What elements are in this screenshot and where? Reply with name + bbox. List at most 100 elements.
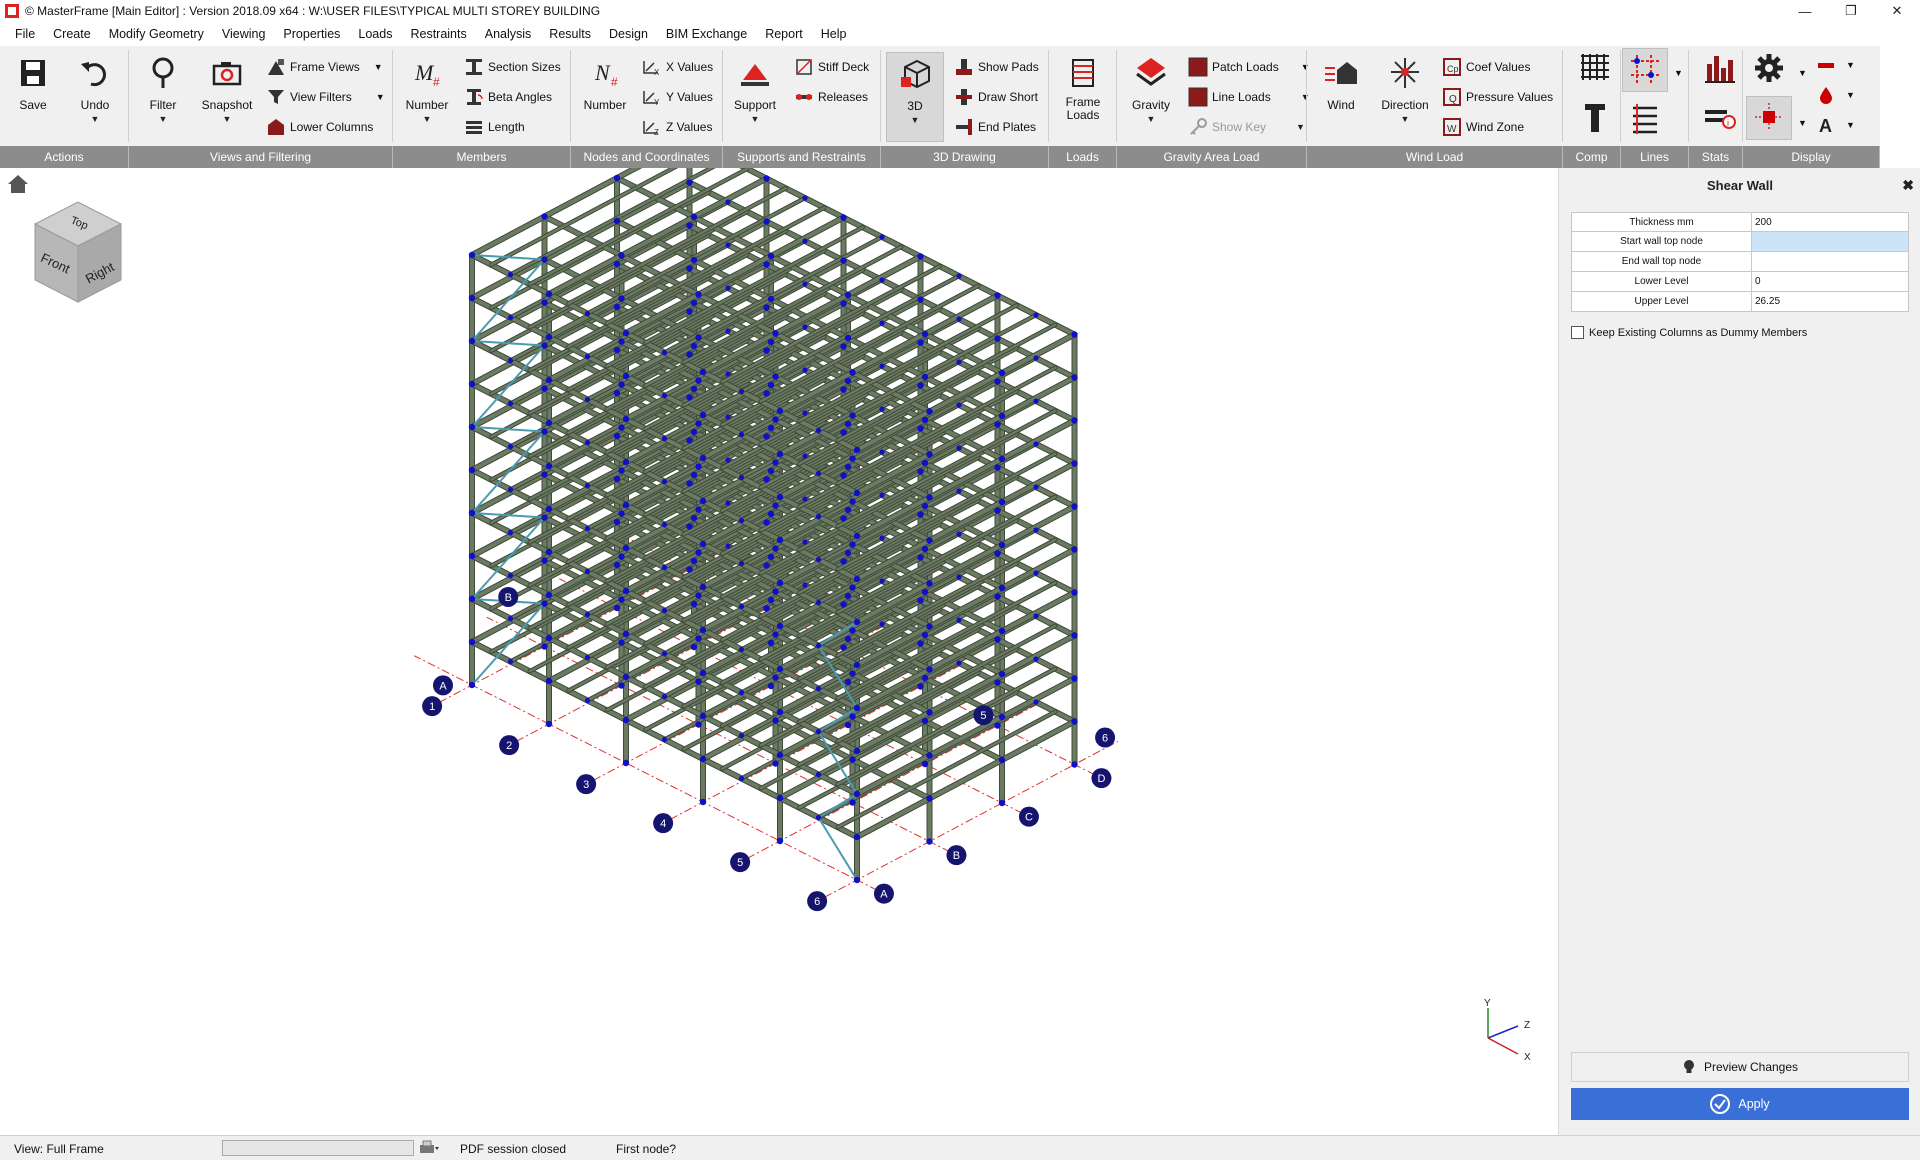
end-plates-button[interactable]: End Plates xyxy=(954,114,1036,140)
frame-node[interactable] xyxy=(661,435,668,442)
frame-node[interactable] xyxy=(541,514,548,521)
frame-node[interactable] xyxy=(998,713,1006,721)
gravity-button[interactable]: Gravity ▼ xyxy=(1122,52,1180,142)
chevron-down-icon[interactable]: ▼ xyxy=(66,114,124,124)
frame-node[interactable] xyxy=(686,265,693,272)
menu-modify-geometry[interactable]: Modify Geometry xyxy=(100,27,213,41)
frame-node[interactable] xyxy=(661,736,668,743)
stiff-deck-button[interactable]: Stiff Deck xyxy=(794,54,869,80)
frame-node[interactable] xyxy=(738,431,745,438)
frame-node[interactable] xyxy=(917,683,924,690)
frame-node[interactable] xyxy=(695,506,702,513)
frame-node[interactable] xyxy=(1071,417,1078,424)
frame-node[interactable] xyxy=(763,175,770,182)
frame-node[interactable] xyxy=(926,666,933,673)
frame-node[interactable] xyxy=(815,599,822,606)
frame-node[interactable] xyxy=(584,439,591,446)
frame-node[interactable] xyxy=(767,295,775,303)
frame-node[interactable] xyxy=(1071,718,1078,725)
menu-file[interactable]: File xyxy=(6,27,44,41)
frame-node[interactable] xyxy=(840,644,847,651)
frame-node[interactable] xyxy=(690,600,698,608)
frame-node[interactable] xyxy=(541,471,548,478)
frame-node[interactable] xyxy=(699,626,707,634)
frame-node[interactable] xyxy=(613,346,621,354)
frame-node[interactable] xyxy=(849,670,856,677)
frame-node[interactable] xyxy=(853,747,861,755)
frame-node[interactable] xyxy=(767,467,775,475)
frame-node[interactable] xyxy=(853,661,861,669)
frame-node[interactable] xyxy=(844,678,852,686)
frame-node[interactable] xyxy=(998,498,1006,506)
chevron-down-icon[interactable]: ▼ xyxy=(398,114,456,124)
frame-node[interactable] xyxy=(849,584,856,591)
frame-node[interactable] xyxy=(956,531,962,537)
frame-node[interactable] xyxy=(998,455,1006,463)
show-pads-button[interactable]: Show Pads xyxy=(954,54,1039,80)
chevron-down-icon[interactable]: ▼ xyxy=(1798,118,1807,128)
frame-node[interactable] xyxy=(879,363,885,369)
frame-node[interactable] xyxy=(686,308,693,315)
frame-node[interactable] xyxy=(767,639,775,647)
frame-node[interactable] xyxy=(767,553,775,561)
end-wall-top-node-field[interactable] xyxy=(1752,252,1908,271)
frame-node[interactable] xyxy=(772,717,779,724)
frame-node[interactable] xyxy=(879,277,885,283)
frame-node[interactable] xyxy=(956,488,962,494)
chevron-down-icon[interactable]: ▼ xyxy=(1846,60,1855,70)
frame-node[interactable] xyxy=(998,756,1006,764)
frame-node[interactable] xyxy=(998,369,1006,377)
frame-node[interactable] xyxy=(613,217,621,225)
frame-node[interactable] xyxy=(802,539,808,545)
frame-node[interactable] xyxy=(622,759,630,767)
menu-bim-exchange[interactable]: BIM Exchange xyxy=(657,27,756,41)
frame-node[interactable] xyxy=(772,502,779,509)
frame-node[interactable] xyxy=(815,814,822,821)
frame-node[interactable] xyxy=(926,709,933,716)
frame-node[interactable] xyxy=(541,557,548,564)
frame-node[interactable] xyxy=(699,497,707,505)
frame-node[interactable] xyxy=(767,424,775,432)
frame-node[interactable] xyxy=(849,455,856,462)
show-key-button[interactable]: Show Key ▼ xyxy=(1188,114,1305,140)
frame-node[interactable] xyxy=(1071,503,1078,510)
frame-node[interactable] xyxy=(802,281,808,287)
frame-node[interactable] xyxy=(738,560,745,567)
frame-node[interactable] xyxy=(686,351,693,358)
frame-node[interactable] xyxy=(815,728,822,735)
frame-node[interactable] xyxy=(584,482,591,489)
frame-node[interactable] xyxy=(661,564,668,571)
frame-node[interactable] xyxy=(998,670,1006,678)
keep-columns-checkbox[interactable] xyxy=(1571,326,1584,339)
frame-node[interactable] xyxy=(998,799,1006,807)
direction-button[interactable]: Direction ▼ xyxy=(1376,52,1434,142)
chevron-down-icon[interactable]: ▼ xyxy=(1846,90,1855,100)
frame-node[interactable] xyxy=(507,486,514,493)
frame-node[interactable] xyxy=(507,314,514,321)
frame-node[interactable] xyxy=(690,557,698,565)
frame-node[interactable] xyxy=(695,549,702,556)
frame-node[interactable] xyxy=(725,199,731,205)
menu-loads[interactable]: Loads xyxy=(349,27,401,41)
frame-node[interactable] xyxy=(545,462,553,470)
beta-angles-button[interactable]: Beta Angles xyxy=(464,84,552,110)
frame-node[interactable] xyxy=(926,795,933,802)
frame-node[interactable] xyxy=(879,492,885,498)
frame-node[interactable] xyxy=(686,394,693,401)
frame-node[interactable] xyxy=(772,545,779,552)
frame-node[interactable] xyxy=(815,642,822,649)
frame-node[interactable] xyxy=(998,541,1006,549)
frame-node[interactable] xyxy=(545,419,553,427)
frame-node[interactable] xyxy=(738,646,745,653)
frame-node[interactable] xyxy=(840,429,847,436)
frame-node[interactable] xyxy=(1033,656,1039,662)
frame-node[interactable] xyxy=(921,416,929,424)
frame-node[interactable] xyxy=(853,575,861,583)
frame-node[interactable] xyxy=(956,617,962,623)
frame-node[interactable] xyxy=(879,535,885,541)
frame-node[interactable] xyxy=(622,587,630,595)
lower-level-field[interactable]: 0 xyxy=(1752,272,1908,291)
frame-node[interactable] xyxy=(772,674,779,681)
frame-node[interactable] xyxy=(776,450,784,458)
frame-node[interactable] xyxy=(618,639,625,646)
